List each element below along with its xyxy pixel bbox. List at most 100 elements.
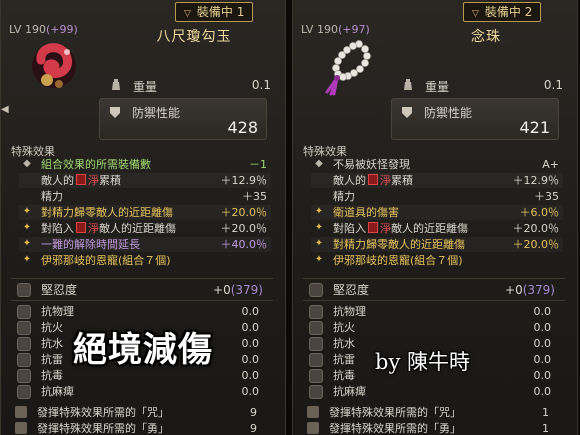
resistance-value: 0.0 bbox=[241, 385, 260, 398]
effect-row: ◆ 不易被妖怪發現 A+ bbox=[311, 157, 563, 172]
effect-row: ✦ 對精力歸零敵人的近距離傷 ＋20.0％ bbox=[19, 205, 271, 220]
effect-row: 敵人的 淨累積 ＋12.9％ bbox=[19, 173, 271, 188]
weight-icon bbox=[404, 79, 412, 90]
shield-icon bbox=[110, 107, 120, 118]
scroll-icon bbox=[307, 422, 319, 434]
star-icon: ✦ bbox=[22, 222, 32, 233]
divider bbox=[303, 278, 565, 279]
gem-icon: ◆ bbox=[23, 158, 31, 169]
toughness-row: 堅忍度 +0(379) bbox=[11, 282, 273, 298]
resistance-icon bbox=[17, 337, 31, 351]
resistance-icon bbox=[17, 369, 31, 383]
resistance-value: 0.0 bbox=[241, 353, 260, 366]
impurity-icon bbox=[368, 174, 378, 185]
effect-text-part: 敵人的 bbox=[333, 174, 366, 187]
impurity-word: 淨 bbox=[380, 222, 391, 235]
effect-row: ✦ 對陷入 淨敵人的近距離傷 ＋20.0％ bbox=[19, 221, 271, 236]
resistance-row: 抗麻痺 0.0 bbox=[11, 384, 273, 400]
effect-value: ＋35 bbox=[534, 190, 559, 203]
effect-row: ✦ 衛道具的傷害 ＋6.0％ bbox=[311, 205, 563, 220]
resistance-value: 0.0 bbox=[241, 321, 260, 334]
bullet-icon bbox=[313, 190, 325, 202]
effect-value: ＋40.0％ bbox=[220, 238, 268, 251]
effect-value: ＋35 bbox=[242, 190, 267, 203]
impurity-icon bbox=[76, 174, 86, 185]
weight-icon bbox=[112, 79, 120, 90]
star-icon: ✦ bbox=[22, 238, 32, 249]
resistance-icon bbox=[309, 337, 323, 351]
resistance-label: 抗麻痺 bbox=[41, 385, 74, 398]
resistance-row: 抗火 0.0 bbox=[303, 320, 565, 336]
resistance-value: 0.0 bbox=[241, 369, 260, 382]
resistance-label: 抗水 bbox=[333, 337, 355, 350]
effect-text: 不易被妖怪發現 bbox=[333, 158, 410, 171]
resistance-row: 抗麻痺 0.0 bbox=[303, 384, 565, 400]
effect-value: ＋20.0％ bbox=[512, 222, 560, 235]
effect-value: ＋12.9％ bbox=[512, 174, 560, 187]
side-arrow-icon[interactable]: ◀ bbox=[1, 104, 9, 116]
effect-text: 敵人的 淨累積 bbox=[41, 173, 121, 188]
requirement-label: 發揮特殊效果所需的「勇」 bbox=[329, 422, 461, 435]
scroll-icon bbox=[15, 422, 27, 434]
resistance-value: 0.0 bbox=[533, 385, 552, 398]
prayer-beads-icon bbox=[325, 40, 371, 96]
resistance-value: 0.0 bbox=[533, 369, 552, 382]
effect-row: 精力 ＋35 bbox=[311, 189, 563, 204]
effect-value: ＋20.0％ bbox=[512, 238, 560, 251]
requirement-value: 1 bbox=[542, 406, 549, 419]
star-icon: ✦ bbox=[22, 206, 32, 217]
shield-icon bbox=[402, 107, 412, 118]
effect-value: ＋6.0％ bbox=[519, 206, 560, 219]
equipped-slot-tag[interactable]: ▽ 裝備中 1 bbox=[175, 2, 254, 22]
item-level: LV 190(+97) bbox=[301, 23, 370, 36]
resistance-label: 抗物理 bbox=[333, 305, 366, 318]
effect-text-part: 敵人的 bbox=[41, 174, 74, 187]
effect-value: ＋12.9％ bbox=[220, 174, 268, 187]
requirement-label: 發揮特殊效果所需的「咒」 bbox=[37, 406, 169, 419]
requirement-label: 發揮特殊效果所需的「勇」 bbox=[37, 422, 169, 435]
impurity-icon bbox=[76, 222, 86, 233]
resistance-icon bbox=[309, 305, 323, 319]
effect-text-part: 累積 bbox=[391, 174, 413, 187]
divider bbox=[11, 300, 273, 301]
scroll-icon bbox=[15, 406, 27, 418]
effect-text-part: 對陷入 bbox=[41, 222, 74, 235]
defense-box: 防禦性能 421 bbox=[391, 98, 559, 140]
effect-row: ◆ 組合效果的所需裝備數 －1 bbox=[19, 157, 271, 172]
star-icon: ✦ bbox=[314, 238, 324, 249]
resistance-icon bbox=[309, 369, 323, 383]
resistance-icon bbox=[17, 321, 31, 335]
effect-row: ✦ 對陷入 淨敵人的近距離傷 ＋20.0％ bbox=[311, 221, 563, 236]
requirement-value: 1 bbox=[542, 422, 549, 435]
toughness-row: 堅忍度 +0(379) bbox=[303, 282, 565, 298]
effect-value: A+ bbox=[542, 158, 559, 171]
effect-row: ✦ 一難的解除時間延長 ＋40.0％ bbox=[19, 237, 271, 252]
resistance-label: 抗火 bbox=[333, 321, 355, 334]
defense-box: 防禦性能 428 bbox=[99, 98, 267, 140]
divider bbox=[303, 300, 565, 301]
impurity-word: 淨 bbox=[88, 222, 99, 235]
armor-icon bbox=[17, 283, 31, 297]
resistance-value: 0.0 bbox=[533, 353, 552, 366]
requirement-row: 發揮特殊效果所需的「勇」 1 bbox=[303, 421, 565, 435]
effect-row: ✦ 對精力歸零敵人的近距離傷 ＋20.0％ bbox=[311, 237, 563, 252]
overlay-title: 絕境減傷 bbox=[73, 330, 213, 370]
effect-text: 精力 bbox=[41, 190, 63, 203]
effect-text: 對陷入 淨敵人的近距離傷 bbox=[333, 221, 468, 236]
magatama-icon bbox=[32, 43, 76, 88]
item-level: LV 190(+99) bbox=[9, 23, 78, 36]
equipped-slot-tag[interactable]: ▽ 裝備中 2 bbox=[463, 2, 542, 22]
star-icon: ✦ bbox=[314, 254, 324, 265]
effect-text: 對精力歸零敵人的近距離傷 bbox=[333, 238, 465, 251]
resistance-icon bbox=[17, 353, 31, 367]
resistance-label: 抗物理 bbox=[41, 305, 74, 318]
bullet-icon bbox=[21, 174, 33, 186]
requirement-row: 發揮特殊效果所需的「咒」 1 bbox=[303, 405, 565, 420]
resistance-icon bbox=[309, 321, 323, 335]
resistance-value: 0.0 bbox=[241, 337, 260, 350]
requirement-value: 9 bbox=[250, 422, 257, 435]
resistance-icon bbox=[309, 353, 323, 367]
resistance-label: 抗雷 bbox=[333, 353, 355, 366]
dropdown-triangle-icon: ▽ bbox=[184, 9, 191, 19]
resistance-icon bbox=[309, 385, 323, 399]
